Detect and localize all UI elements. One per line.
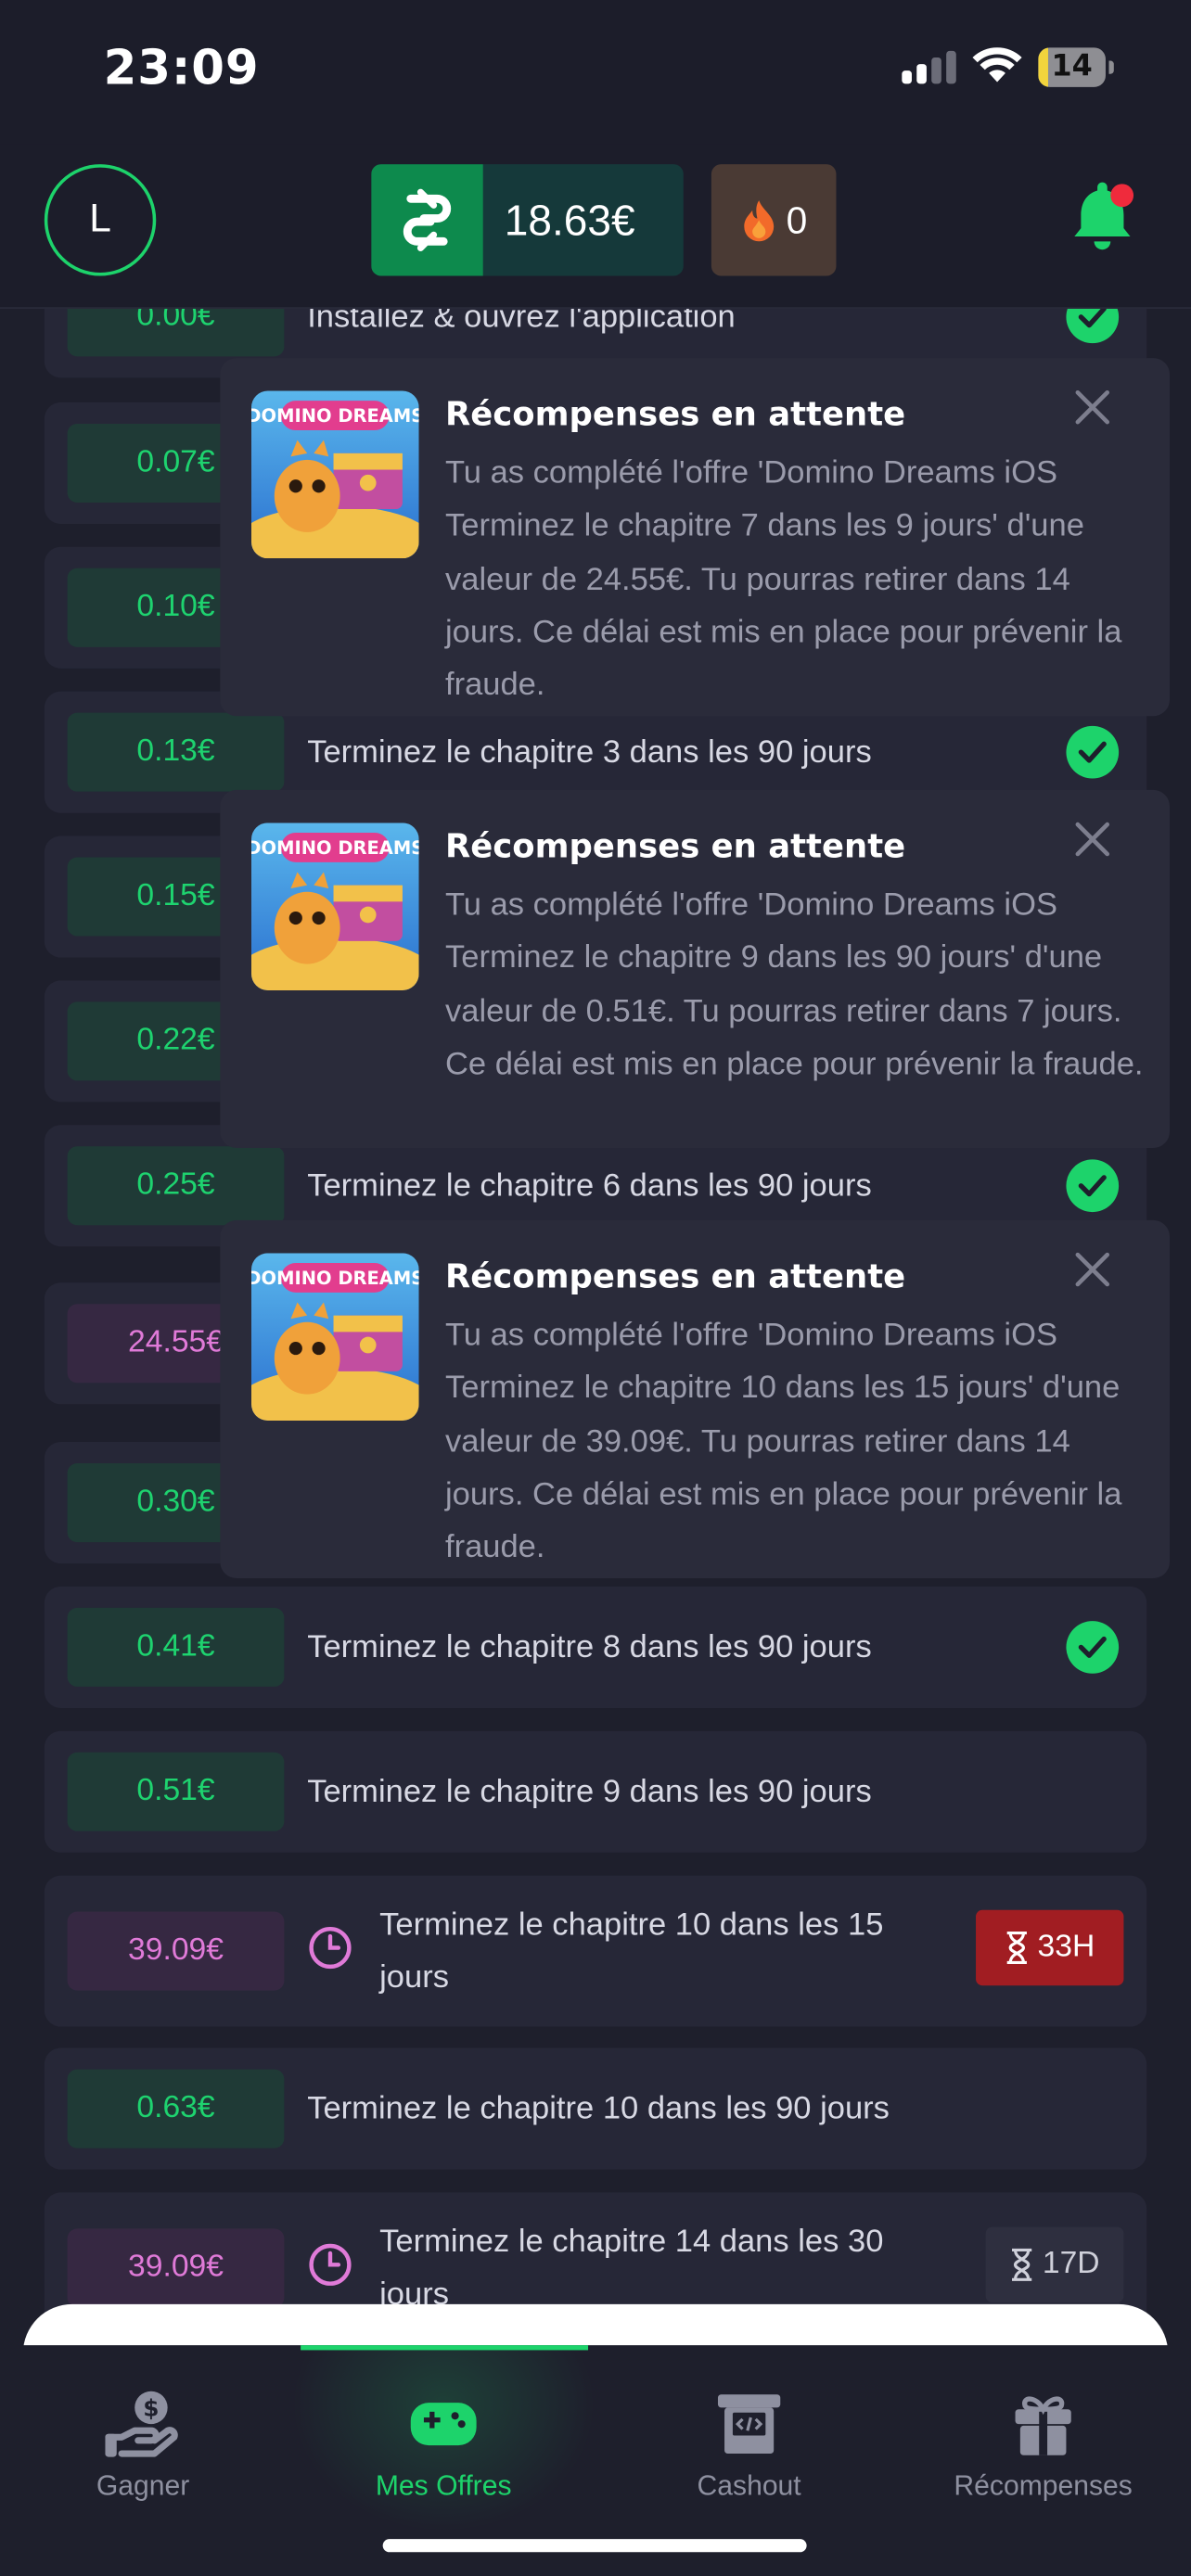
app-logo-text: DOMINO DREAMS [251, 837, 419, 859]
gift-icon [1015, 2396, 1071, 2455]
timer-text: 17D [1042, 2246, 1100, 2282]
tab-recompenses[interactable]: Récompenses [903, 2388, 1183, 2519]
offer-amount: 0.51€ [67, 1752, 285, 1831]
balance-chip[interactable]: 18.63€ [371, 164, 684, 276]
flame-icon [743, 200, 774, 242]
wifi-icon [972, 47, 1022, 83]
cellular-signal-icon [902, 50, 957, 84]
screen: 23:09 14 L 18.63€ 0 0.00€ Installez & ou… [0, 0, 1191, 2576]
offer-row[interactable]: 0.63€ Terminez le chapitre 10 dans les 90… [44, 2047, 1147, 2170]
app-header: L 18.63€ 0 [0, 144, 1191, 309]
tab-label: Gagner [96, 2469, 190, 2502]
check-icon [1066, 1621, 1120, 1674]
avatar[interactable]: L [44, 164, 157, 276]
hand-dollar-icon: $ [105, 2391, 178, 2457]
tab-gagner[interactable]: $ Gagner [4, 2388, 283, 2519]
offer-amount: 39.09€ [67, 2228, 285, 2308]
clock-icon [309, 1926, 352, 1970]
battery-icon: 14 [1038, 47, 1114, 87]
streak-count: 0 [786, 198, 808, 241]
coin-logo-icon [371, 164, 483, 276]
notification-body: Tu as complété l'offre 'Domino Dreams iO… [444, 454, 1122, 704]
timer-badge: 17D [985, 2226, 1124, 2303]
offer-amount: 0.63€ [67, 2069, 285, 2149]
offer-label: Terminez le chapitre 10 dans les 15 jour… [379, 1906, 884, 1996]
app-thumbnail: DOMINO DREAMS [250, 823, 419, 990]
bottom-navigation: $ Gagner Mes Offres Cashout Récompenses [0, 2345, 1191, 2576]
hourglass-icon [1011, 2248, 1031, 2281]
clock-icon [309, 2243, 352, 2286]
offer-row[interactable]: 0.51€ Terminez le chapitre 9 dans les 90 … [44, 1730, 1147, 1853]
notification-body: Tu as complété l'offre 'Domino Dreams iO… [444, 886, 1144, 1082]
notification-card[interactable]: DOMINO DREAMS Récompenses en attente Tu as… [220, 358, 1171, 717]
tab-label: Mes Offres [375, 2469, 512, 2502]
status-bar: 23:09 14 [0, 0, 1191, 145]
battery-level: 14 [1051, 49, 1093, 84]
timer-badge: 33H [976, 1909, 1124, 1986]
notification-title: Récompenses en attente [444, 825, 906, 866]
gamepad-icon [410, 2403, 477, 2446]
app-thumbnail: DOMINO DREAMS [250, 1253, 419, 1422]
offer-amount: 0.41€ [67, 1607, 285, 1687]
offer-row[interactable]: 0.41€ Terminez le chapitre 8 dans les 90 … [44, 1586, 1147, 1708]
offer-amount: 0.13€ [67, 712, 285, 792]
app-logo-text: DOMINO DREAMS [251, 1268, 419, 1289]
offer-label: Terminez le chapitre 9 dans les 90 jours [307, 1772, 872, 1809]
hourglass-icon [1005, 1931, 1027, 1965]
timer-text: 33H [1037, 1930, 1095, 1965]
notification-title: Récompenses en attente [444, 1256, 906, 1296]
notification-body: Tu as complété l'offre 'Domino Dreams iO… [444, 1317, 1122, 1566]
offer-label: Terminez le chapitre 10 dans les 90 jour… [307, 2089, 890, 2126]
close-icon[interactable] [1071, 386, 1114, 428]
tab-cashout[interactable]: Cashout [609, 2388, 889, 2519]
tab-label: Cashout [697, 2469, 801, 2502]
bell-icon [1074, 182, 1134, 250]
offer-row[interactable]: 39.09€ Terminez le chapitre 10 dans les 1… [44, 1875, 1147, 2027]
close-icon[interactable] [1071, 1248, 1114, 1291]
close-icon[interactable] [1071, 818, 1114, 861]
tab-label: Récompenses [954, 2469, 1133, 2502]
atm-icon [717, 2394, 781, 2455]
notification-card[interactable]: DOMINO DREAMS Récompenses en attente Tu as… [220, 789, 1171, 1148]
offer-amount: 39.09€ [67, 1911, 285, 1991]
check-icon [1066, 1159, 1120, 1213]
svg-text:$: $ [143, 2394, 159, 2421]
active-tab-indicator [301, 2345, 589, 2351]
status-time: 23:09 [103, 39, 260, 96]
tab-mes-offres[interactable]: Mes Offres [304, 2388, 583, 2519]
notification-card[interactable]: DOMINO DREAMS Récompenses en attente Tu as… [220, 1219, 1171, 1579]
home-indicator[interactable] [382, 2539, 807, 2553]
notification-bell-button[interactable] [1065, 177, 1140, 260]
offer-label: Terminez le chapitre 8 dans les 90 jours [307, 1628, 872, 1665]
notification-title: Récompenses en attente [444, 394, 906, 434]
app-logo-text: DOMINO DREAMS [251, 405, 419, 427]
balance-amount: 18.63€ [504, 194, 635, 245]
check-icon [1066, 725, 1120, 779]
offer-amount: 0.25€ [67, 1146, 285, 1226]
app-thumbnail: DOMINO DREAMS [250, 390, 419, 559]
streak-chip[interactable]: 0 [711, 164, 837, 276]
